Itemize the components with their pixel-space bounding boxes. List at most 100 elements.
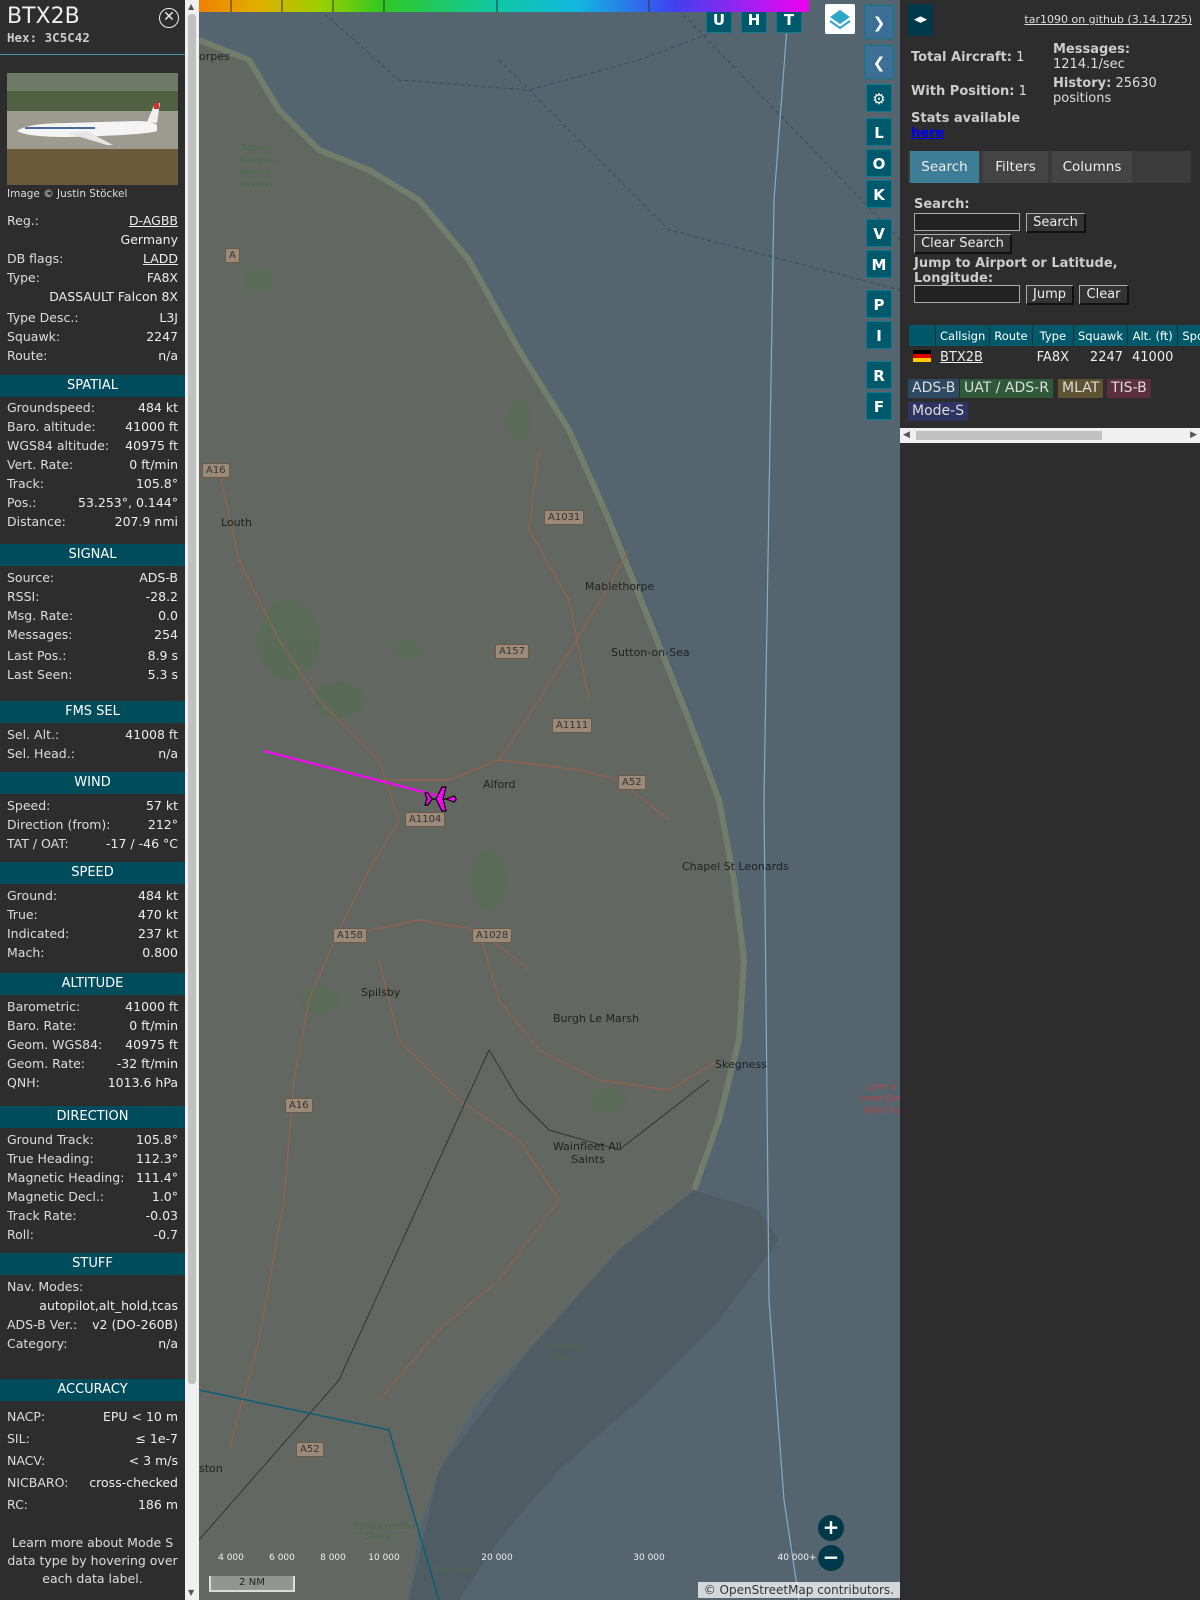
info-row-label[interactable]: Geom. Rate:: [7, 1054, 85, 1073]
info-row-label[interactable]: Mach:: [7, 943, 44, 962]
toggle-i-button[interactable]: I: [866, 321, 892, 349]
info-row-label[interactable]: DB flags:: [7, 249, 63, 268]
toggle-v-button[interactable]: V: [866, 219, 892, 247]
table-header-squawk[interactable]: Squawk: [1072, 324, 1129, 347]
table-header-type[interactable]: Type: [1031, 324, 1075, 347]
info-row-label[interactable]: Last Seen:: [7, 665, 72, 684]
info-row-label[interactable]: Track:: [7, 474, 44, 493]
jump-input[interactable]: [914, 285, 1020, 303]
info-row-label[interactable]: Ground Track:: [7, 1130, 94, 1149]
info-row-label[interactable]: NACV:: [7, 1451, 45, 1470]
info-row-label[interactable]: Category:: [7, 1334, 67, 1353]
toggle-k-button[interactable]: K: [866, 180, 892, 208]
info-row-label[interactable]: Barometric:: [7, 997, 80, 1016]
toggle-f-button[interactable]: F: [866, 392, 892, 420]
info-row-label[interactable]: Nav. Modes:: [7, 1277, 83, 1296]
info-row-label[interactable]: Msg. Rate:: [7, 606, 73, 625]
info-row-label[interactable]: Distance:: [7, 512, 66, 531]
map-canvas[interactable]: [199, 0, 900, 1600]
toggle-sidebar-icon[interactable]: ◂▸: [908, 4, 933, 36]
zoom-out-icon[interactable]: −: [818, 1545, 844, 1571]
settings-gear-icon[interactable]: ⚙: [866, 84, 892, 112]
info-row-label[interactable]: True Heading:: [7, 1149, 94, 1168]
info-row-label[interactable]: Track Rate:: [7, 1206, 77, 1225]
info-row-label[interactable]: Direction (from):: [7, 815, 111, 834]
row-callsign[interactable]: BTX2B: [934, 346, 991, 369]
table-header-altitude[interactable]: Alt. (ft): [1127, 324, 1179, 347]
close-icon[interactable]: ✕: [159, 8, 179, 28]
info-row: Geom. Rate: -32 ft/min: [7, 1054, 178, 1073]
zoom-in-icon[interactable]: +: [818, 1515, 844, 1541]
info-row-label[interactable]: Source:: [7, 568, 54, 587]
scroll-right-icon[interactable]: ▶: [1190, 430, 1197, 440]
info-row-label[interactable]: RSSI:: [7, 587, 39, 606]
info-row-label[interactable]: QNH:: [7, 1073, 40, 1092]
table-header-speed[interactable]: Spd.: [1177, 324, 1200, 347]
info-row-label[interactable]: Indicated:: [7, 924, 69, 943]
scroll-left-icon[interactable]: ◀: [903, 430, 910, 440]
map-view[interactable]: orpes Tetney Marshes Nature Reserve Louth Mabl…: [199, 0, 900, 1600]
github-link[interactable]: tar1090 on github (3.14.1725): [1024, 13, 1192, 26]
scrollbar-thumb[interactable]: [916, 431, 1102, 440]
info-row-label[interactable]: Geom. WGS84:: [7, 1035, 102, 1054]
toggle-p-button[interactable]: P: [866, 290, 892, 318]
clear-jump-button[interactable]: Clear: [1079, 285, 1129, 305]
tab-filters[interactable]: Filters: [983, 151, 1048, 183]
info-row-label[interactable]: Pos.:: [7, 493, 36, 512]
table-header-route[interactable]: Route: [989, 324, 1033, 347]
info-row-label[interactable]: Sel. Alt.:: [7, 725, 59, 744]
info-row-label[interactable]: Route:: [7, 346, 48, 365]
tab-columns[interactable]: Columns: [1052, 151, 1132, 183]
stats-link[interactable]: here: [911, 126, 944, 141]
info-row-value[interactable]: LADD: [143, 249, 178, 268]
clear-search-button[interactable]: Clear Search: [914, 234, 1012, 254]
info-row-label[interactable]: RC:: [7, 1495, 28, 1514]
search-button[interactable]: Search: [1026, 213, 1086, 233]
info-row-label[interactable]: Groundspeed:: [7, 398, 95, 417]
info-row-label[interactable]: Ground:: [7, 886, 57, 905]
toggle-l-button[interactable]: L: [866, 118, 892, 146]
info-row-label[interactable]: True:: [7, 905, 38, 924]
search-input[interactable]: [914, 213, 1020, 231]
info-row-label[interactable]: Roll:: [7, 1225, 34, 1244]
toggle-m-button[interactable]: M: [866, 250, 892, 278]
layers-icon[interactable]: [825, 4, 855, 34]
scroll-up-icon[interactable]: ▲: [188, 2, 194, 11]
table-row[interactable]: BTX2B FA8X 2247 41000: [908, 346, 1200, 369]
table-scrollbar[interactable]: ◀ ▶: [900, 428, 1200, 443]
info-row-label[interactable]: Last Pos.:: [7, 646, 66, 665]
info-row-label[interactable]: Baro. Rate:: [7, 1016, 76, 1035]
scroll-down-icon[interactable]: ▼: [188, 1588, 194, 1597]
info-row-label[interactable]: ADS-B Ver.:: [7, 1315, 77, 1334]
info-row-label[interactable]: NICBARO:: [7, 1473, 68, 1492]
toggle-o-button[interactable]: O: [866, 149, 892, 177]
info-row-label[interactable]: TAT / OAT:: [7, 834, 69, 853]
table-header-callsign[interactable]: Callsign: [934, 324, 991, 347]
scrollbar-thumb[interactable]: [188, 14, 196, 1384]
info-row-label[interactable]: SIL:: [7, 1429, 30, 1448]
info-row-label[interactable]: Magnetic Heading:: [7, 1168, 124, 1187]
info-panel-scrollbar[interactable]: ▲ ▼: [185, 0, 199, 1600]
info-row-label[interactable]: NACP:: [7, 1407, 45, 1426]
info-row-label[interactable]: Speed:: [7, 796, 50, 815]
expand-right-icon[interactable]: ❯: [864, 5, 894, 39]
info-row-label[interactable]: Type Desc.:: [7, 308, 79, 327]
map-attribution[interactable]: © OpenStreetMap contributors.: [697, 1582, 900, 1598]
aircraft-photo[interactable]: [7, 73, 178, 185]
table-header-flag[interactable]: [908, 324, 936, 347]
toggle-r-button[interactable]: R: [866, 361, 892, 389]
info-row-label[interactable]: Baro. altitude:: [7, 417, 96, 436]
info-row-label[interactable]: Vert. Rate:: [7, 455, 73, 474]
info-row-label[interactable]: Magnetic Decl.:: [7, 1187, 104, 1206]
tab-search[interactable]: Search: [910, 151, 979, 183]
info-row-label[interactable]: Squawk:: [7, 327, 60, 346]
info-row-label[interactable]: Type:: [7, 268, 40, 287]
info-row-label[interactable]: WGS84 altitude:: [7, 436, 109, 455]
aircraft-marker-icon[interactable]: [424, 785, 458, 813]
info-row-label[interactable]: Reg.:: [7, 211, 39, 230]
info-row-value[interactable]: D-AGBB: [129, 211, 178, 230]
collapse-left-icon[interactable]: ❮: [864, 45, 894, 79]
jump-button[interactable]: Jump: [1026, 285, 1074, 305]
info-row-label[interactable]: Messages:: [7, 625, 73, 644]
info-row-label[interactable]: Sel. Head.:: [7, 744, 75, 763]
